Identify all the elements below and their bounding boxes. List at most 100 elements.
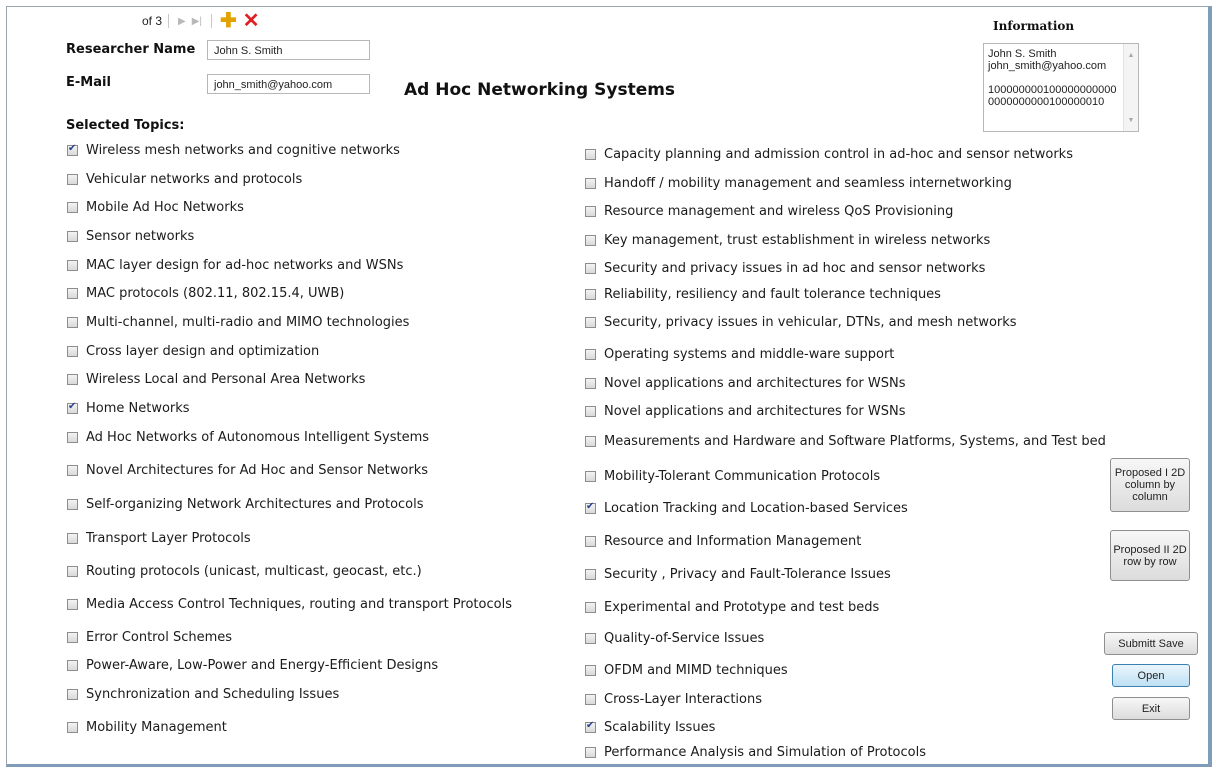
left-topic-row[interactable]: Error Control Schemes bbox=[67, 627, 232, 647]
information-textbox[interactable]: John S. Smith john_smith@yahoo.com 10000… bbox=[983, 43, 1139, 132]
topic-checkbox[interactable] bbox=[67, 401, 78, 414]
left-topic-row[interactable]: Routing protocols (unicast, multicast, g… bbox=[67, 561, 422, 581]
left-topic-row[interactable]: Cross layer design and optimization bbox=[67, 341, 319, 361]
topic-checkbox[interactable] bbox=[585, 601, 596, 613]
topic-checkbox[interactable] bbox=[585, 262, 596, 274]
topic-checkbox[interactable] bbox=[585, 348, 596, 360]
right-topic-row[interactable]: Location Tracking and Location-based Ser… bbox=[585, 498, 908, 518]
topic-checkbox[interactable] bbox=[67, 598, 78, 610]
scroll-down-icon[interactable]: ▼ bbox=[1124, 115, 1138, 127]
right-topic-row[interactable]: Security, privacy issues in vehicular, D… bbox=[585, 312, 1017, 332]
topic-checkbox[interactable] bbox=[585, 405, 596, 417]
proposed-2-button[interactable]: Proposed II 2D row by row bbox=[1110, 530, 1190, 581]
right-topic-row[interactable]: Novel applications and architectures for… bbox=[585, 373, 906, 393]
topic-checkbox[interactable] bbox=[67, 287, 78, 299]
topic-checkbox[interactable] bbox=[585, 746, 596, 758]
left-topic-row[interactable]: Mobile Ad Hoc Networks bbox=[67, 197, 244, 217]
topic-checkbox[interactable] bbox=[585, 234, 596, 246]
topic-checkbox[interactable] bbox=[585, 316, 596, 328]
right-topic-row[interactable]: Novel applications and architectures for… bbox=[585, 401, 906, 421]
topic-checkbox[interactable] bbox=[67, 143, 78, 156]
topic-checkbox[interactable] bbox=[67, 230, 78, 242]
email-input[interactable]: john_smith@yahoo.com bbox=[207, 74, 370, 94]
topic-checkbox[interactable] bbox=[585, 501, 596, 514]
topic-label: Reliability, resiliency and fault tolera… bbox=[604, 286, 941, 302]
topic-checkbox[interactable] bbox=[67, 345, 78, 357]
selected-topics-label: Selected Topics: bbox=[66, 118, 185, 133]
topic-checkbox[interactable] bbox=[585, 632, 596, 644]
topic-checkbox[interactable] bbox=[67, 688, 78, 700]
left-topic-row[interactable]: Mobility Management bbox=[67, 717, 227, 737]
right-topic-row[interactable]: Key management, trust establishment in w… bbox=[585, 230, 990, 250]
topic-checkbox[interactable] bbox=[585, 693, 596, 705]
topic-checkbox[interactable] bbox=[67, 316, 78, 328]
topic-checkbox[interactable] bbox=[585, 435, 596, 447]
topic-checkbox[interactable] bbox=[585, 177, 596, 189]
right-topic-row[interactable]: OFDM and MIMD techniques bbox=[585, 660, 788, 680]
right-topic-row[interactable]: Capacity planning and admission control … bbox=[585, 144, 1073, 164]
left-topic-row[interactable]: Multi-channel, multi-radio and MIMO tech… bbox=[67, 312, 409, 332]
topic-checkbox[interactable] bbox=[585, 148, 596, 160]
add-record-icon[interactable]: ✚ bbox=[220, 11, 237, 31]
delete-record-icon[interactable]: ✕ bbox=[243, 11, 260, 31]
right-topic-row[interactable]: Performance Analysis and Simulation of P… bbox=[585, 742, 926, 762]
scroll-up-icon[interactable]: ▲ bbox=[1124, 50, 1138, 62]
right-topic-row[interactable]: Measurements and Hardware and Software P… bbox=[585, 431, 1106, 451]
information-scrollbar[interactable]: ▲ ▼ bbox=[1123, 44, 1138, 131]
right-topic-row[interactable]: Security , Privacy and Fault-Tolerance I… bbox=[585, 564, 891, 584]
topic-checkbox[interactable] bbox=[585, 664, 596, 676]
right-topic-row[interactable]: Cross-Layer Interactions bbox=[585, 689, 762, 709]
topic-checkbox[interactable] bbox=[585, 470, 596, 482]
topic-checkbox[interactable] bbox=[585, 288, 596, 300]
topic-checkbox[interactable] bbox=[67, 498, 78, 510]
topic-checkbox[interactable] bbox=[67, 464, 78, 476]
left-topic-row[interactable]: Synchronization and Scheduling Issues bbox=[67, 684, 339, 704]
right-topic-row[interactable]: Reliability, resiliency and fault tolera… bbox=[585, 284, 941, 304]
researcher-name-input[interactable]: John S. Smith bbox=[207, 40, 370, 60]
topic-checkbox[interactable] bbox=[67, 259, 78, 271]
last-record-icon[interactable]: ▶| bbox=[192, 16, 202, 27]
left-topic-row[interactable]: Self-organizing Network Architectures an… bbox=[67, 494, 424, 514]
topic-checkbox[interactable] bbox=[585, 377, 596, 389]
left-topic-row[interactable]: MAC protocols (802.11, 802.15.4, UWB) bbox=[67, 283, 344, 303]
left-topic-row[interactable]: Power-Aware, Low-Power and Energy-Effici… bbox=[67, 655, 438, 675]
right-topic-row[interactable]: Resource management and wireless QoS Pro… bbox=[585, 201, 953, 221]
right-topic-row[interactable]: Resource and Information Management bbox=[585, 531, 861, 551]
left-topic-row[interactable]: MAC layer design for ad-hoc networks and… bbox=[67, 255, 403, 275]
topic-checkbox[interactable] bbox=[585, 205, 596, 217]
topic-checkbox[interactable] bbox=[67, 631, 78, 643]
topic-checkbox[interactable] bbox=[585, 535, 596, 547]
right-topic-row[interactable]: Handoff / mobility management and seamle… bbox=[585, 173, 1012, 193]
right-topic-row[interactable]: Experimental and Prototype and test beds bbox=[585, 597, 879, 617]
topic-checkbox[interactable] bbox=[67, 659, 78, 671]
topic-checkbox[interactable] bbox=[67, 201, 78, 213]
left-topic-row[interactable]: Wireless Local and Personal Area Network… bbox=[67, 369, 365, 389]
topic-checkbox[interactable] bbox=[67, 173, 78, 185]
submit-save-button[interactable]: Submitt Save bbox=[1104, 632, 1198, 655]
email-label: E-Mail bbox=[66, 75, 111, 90]
topic-checkbox[interactable] bbox=[67, 431, 78, 443]
right-topic-row[interactable]: Scalability Issues bbox=[585, 717, 715, 737]
left-topic-row[interactable]: Media Access Control Techniques, routing… bbox=[67, 594, 512, 614]
topic-checkbox[interactable] bbox=[67, 721, 78, 733]
topic-checkbox[interactable] bbox=[67, 373, 78, 385]
exit-button[interactable]: Exit bbox=[1112, 697, 1190, 720]
left-topic-row[interactable]: Novel Architectures for Ad Hoc and Senso… bbox=[67, 460, 428, 480]
topic-checkbox[interactable] bbox=[585, 568, 596, 580]
right-topic-row[interactable]: Operating systems and middle-ware suppor… bbox=[585, 344, 894, 364]
left-topic-row[interactable]: Sensor networks bbox=[67, 226, 194, 246]
left-topic-row[interactable]: Transport Layer Protocols bbox=[67, 528, 251, 548]
left-topic-row[interactable]: Vehicular networks and protocols bbox=[67, 169, 302, 189]
open-button[interactable]: Open bbox=[1112, 664, 1190, 687]
topic-checkbox[interactable] bbox=[67, 565, 78, 577]
right-topic-row[interactable]: Quality-of-Service Issues bbox=[585, 628, 764, 648]
left-topic-row[interactable]: Ad Hoc Networks of Autonomous Intelligen… bbox=[67, 427, 429, 447]
topic-checkbox[interactable] bbox=[67, 532, 78, 544]
left-topic-row[interactable]: Home Networks bbox=[67, 398, 190, 418]
left-topic-row[interactable]: Wireless mesh networks and cognitive net… bbox=[67, 140, 400, 160]
right-topic-row[interactable]: Security and privacy issues in ad hoc an… bbox=[585, 258, 985, 278]
next-record-icon[interactable]: ▶ bbox=[178, 16, 186, 27]
proposed-1-button[interactable]: Proposed I 2D column by column bbox=[1110, 458, 1190, 512]
right-topic-row[interactable]: Mobility-Tolerant Communication Protocol… bbox=[585, 466, 880, 486]
topic-checkbox[interactable] bbox=[585, 720, 596, 733]
